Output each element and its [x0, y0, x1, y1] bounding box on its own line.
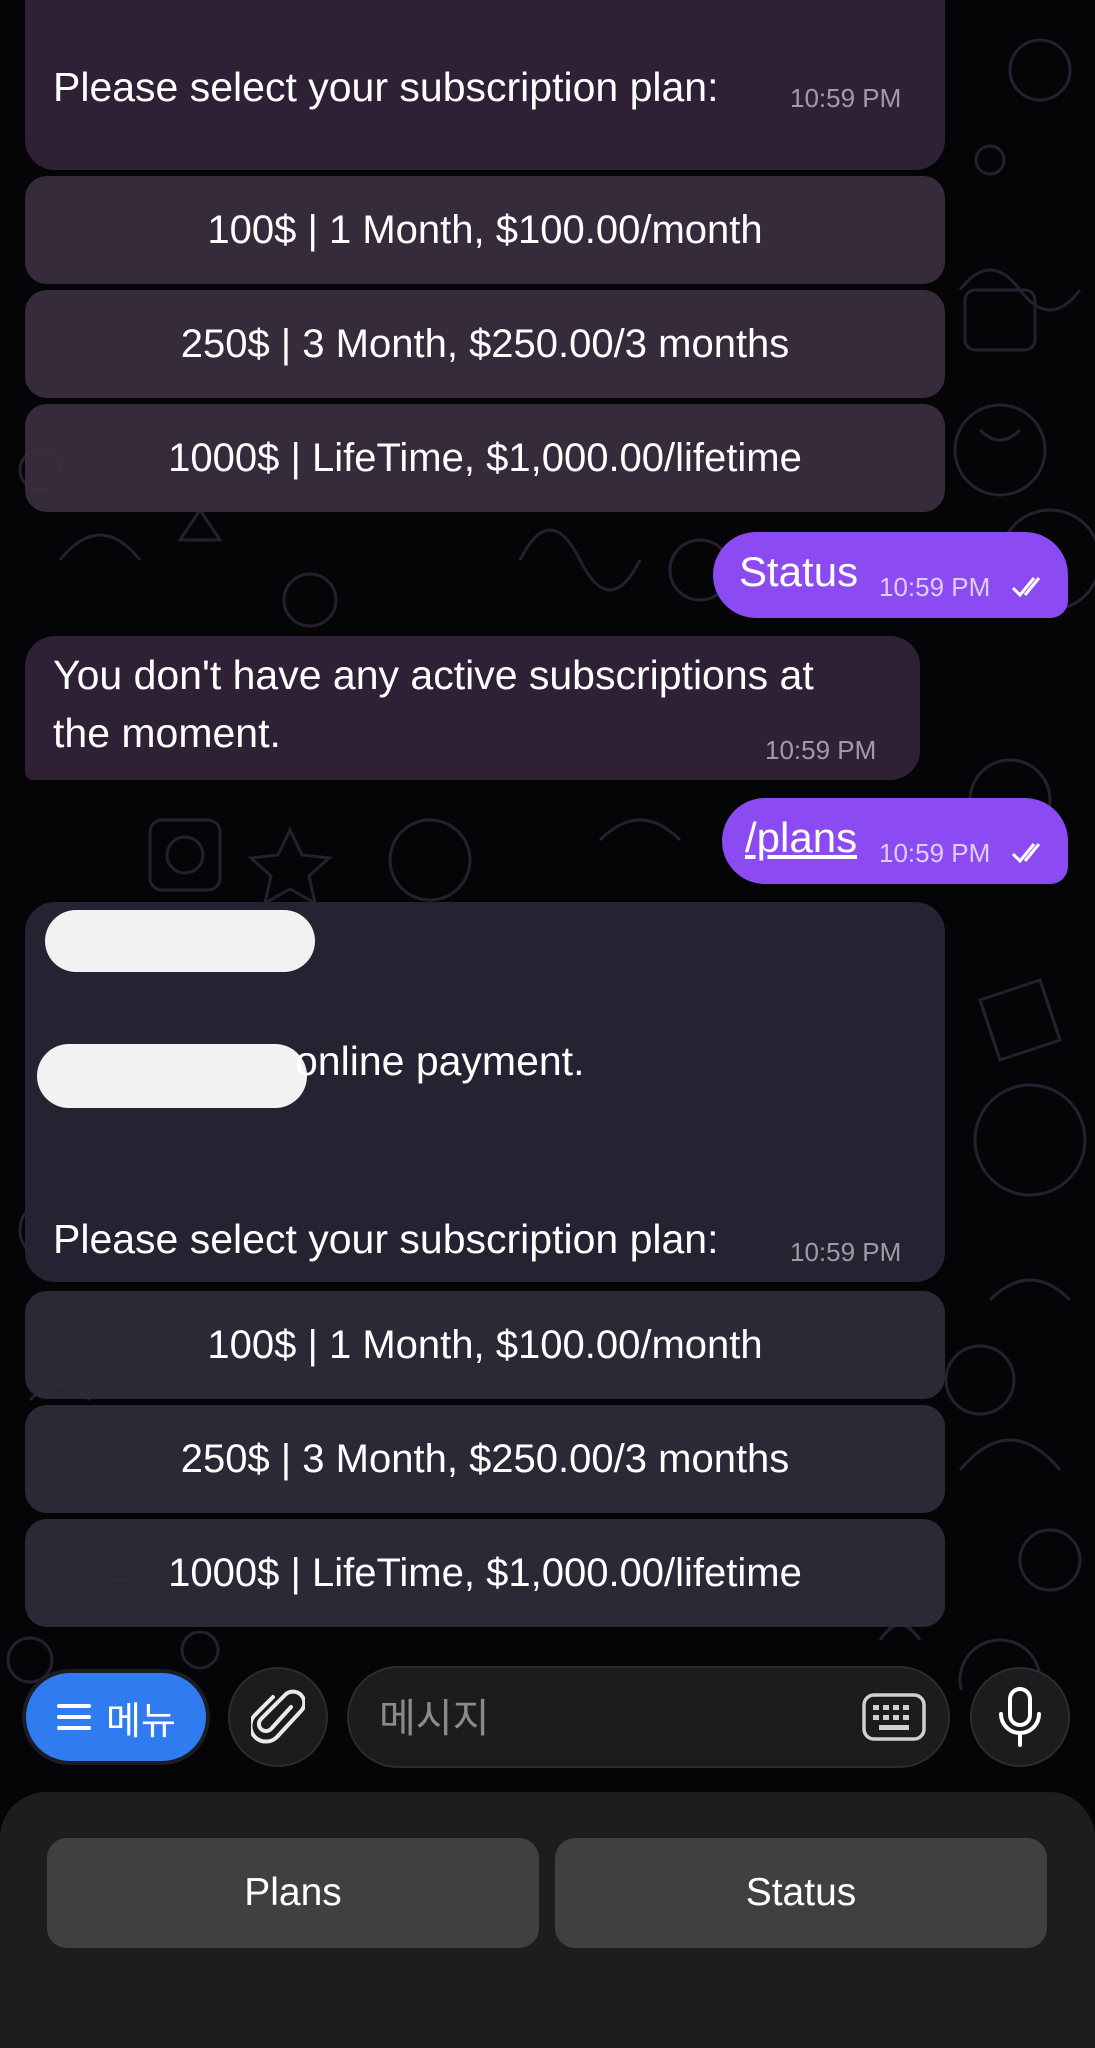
message-time: 10:59 PM	[879, 838, 991, 868]
plans-command-link[interactable]: /plans	[745, 814, 857, 862]
message-text-payment: online payment.	[295, 1038, 585, 1084]
bot-message-no-subscription: You don't have any active subscriptions …	[25, 636, 920, 780]
plan-button-3-month[interactable]: 250$ | 3 Month, $250.00/3 months	[25, 290, 945, 398]
message-input[interactable]	[377, 1690, 821, 1748]
bot-menu-button[interactable]: 메뉴	[26, 1673, 206, 1761]
message-text: Status	[739, 548, 859, 595]
keyboard-icon[interactable]	[861, 1692, 927, 1742]
plan-button-lifetime[interactable]: 1000$ | LifeTime, $1,000.00/lifetime	[25, 1519, 945, 1627]
message-time: 10:59 PM	[790, 1237, 902, 1267]
redacted-text	[45, 910, 315, 972]
outgoing-message-plans-command: /plans 10:59 PM	[722, 798, 1068, 884]
menu-lines-icon	[57, 1704, 92, 1730]
message-time: 10:59 PM	[879, 572, 991, 602]
paperclip-icon	[251, 1689, 305, 1744]
microphone-icon	[999, 1687, 1041, 1747]
message-text-line-2: the moment.	[53, 710, 281, 756]
message-time: 10:59 PM	[765, 735, 877, 765]
plan-button-lifetime[interactable]: 1000$ | LifeTime, $1,000.00/lifetime	[25, 404, 945, 512]
reply-button-plans[interactable]: Plans	[47, 1838, 539, 1948]
voice-message-button[interactable]	[970, 1667, 1070, 1767]
bot-message-plans-prompt: Please select your subscription plan: 10…	[25, 0, 945, 170]
redacted-link	[37, 1044, 307, 1108]
plan-button-1-month[interactable]: 100$ | 1 Month, $100.00/month	[25, 1291, 945, 1399]
double-check-icon	[1011, 843, 1041, 864]
plan-button-3-month[interactable]: 250$ | 3 Month, $250.00/3 months	[25, 1405, 945, 1513]
menu-label: 메뉴	[106, 1700, 176, 1743]
bot-message-plans-list: online payment. Please select your subsc…	[25, 902, 945, 1282]
message-time: 10:59 PM	[790, 83, 902, 113]
message-input-container[interactable]	[347, 1666, 950, 1768]
reply-button-status[interactable]: Status	[555, 1838, 1047, 1948]
attach-button[interactable]	[228, 1667, 328, 1767]
message-text: Please select your subscription plan:	[53, 1216, 719, 1262]
message-text-line-1: You don't have any active subscriptions …	[53, 652, 814, 698]
double-check-icon	[1011, 577, 1041, 598]
message-text: Please select your subscription plan:	[53, 64, 719, 110]
outgoing-message-status: Status 10:59 PM	[713, 532, 1068, 618]
plan-button-1-month[interactable]: 100$ | 1 Month, $100.00/month	[25, 176, 945, 284]
